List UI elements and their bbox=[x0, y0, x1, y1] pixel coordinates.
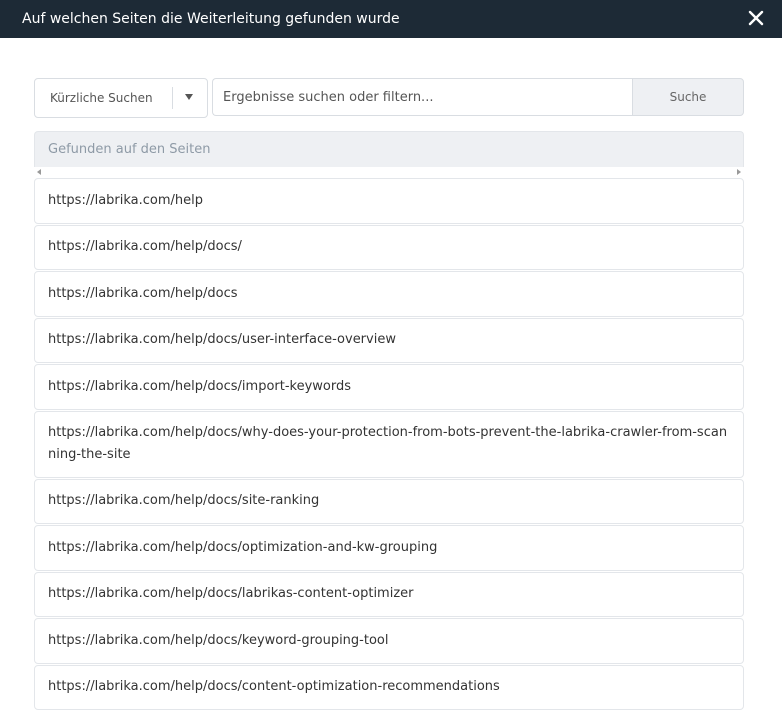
table-row: https://labrika.com/help/docs/user-inter… bbox=[34, 317, 744, 363]
table-header: Gefunden auf den Seiten bbox=[34, 131, 744, 167]
table-row: https://labrika.com/help/docs/optimizati… bbox=[34, 525, 744, 571]
page-link[interactable]: https://labrika.com/help/docs/why-does-y… bbox=[48, 422, 730, 466]
search-bar: Kürzliche Suchen Suche bbox=[34, 78, 744, 118]
table-row: https://labrika.com/help bbox=[34, 178, 744, 224]
table-row: https://labrika.com/help/docs bbox=[34, 271, 744, 317]
scroll-right-icon[interactable] bbox=[737, 169, 741, 175]
page-link[interactable]: https://labrika.com/help/docs/content-op… bbox=[48, 676, 500, 698]
page-link[interactable]: https://labrika.com/help/docs/optimizati… bbox=[48, 537, 437, 559]
page-link[interactable]: https://labrika.com/help/docs bbox=[48, 283, 238, 305]
modal-title: Auf welchen Seiten die Weiterleitung gef… bbox=[22, 11, 400, 27]
page-link[interactable]: https://labrika.com/help/docs/keyword-gr… bbox=[48, 630, 388, 652]
column-header-found-on-pages: Gefunden auf den Seiten bbox=[48, 142, 211, 157]
dropdown-divider bbox=[172, 87, 173, 109]
search-input[interactable] bbox=[212, 78, 632, 116]
recent-searches-dropdown[interactable]: Kürzliche Suchen bbox=[34, 78, 208, 118]
page-link[interactable]: https://labrika.com/help bbox=[48, 190, 203, 212]
table-row: https://labrika.com/help/docs/keyword-gr… bbox=[34, 618, 744, 664]
page-link[interactable]: https://labrika.com/help/docs/user-inter… bbox=[48, 329, 396, 351]
page-link[interactable]: https://labrika.com/help/docs/import-key… bbox=[48, 376, 351, 398]
search-button[interactable]: Suche bbox=[632, 78, 744, 116]
scroll-left-icon[interactable] bbox=[37, 169, 41, 175]
table-row: https://labrika.com/help/docs/ bbox=[34, 224, 744, 270]
chevron-down-icon[interactable] bbox=[185, 94, 193, 100]
results-table: Gefunden auf den Seiten https://labrika.… bbox=[34, 131, 744, 711]
horizontal-scrollbar[interactable] bbox=[34, 167, 744, 178]
table-row: https://labrika.com/help/docs/import-key… bbox=[34, 364, 744, 410]
close-icon bbox=[748, 10, 764, 26]
page-link[interactable]: https://labrika.com/help/docs/site-ranki… bbox=[48, 490, 319, 512]
table-row: https://labrika.com/help/docs/site-ranki… bbox=[34, 478, 744, 524]
table-row: https://labrika.com/help/docs/why-does-y… bbox=[34, 410, 744, 478]
modal-header: Auf welchen Seiten die Weiterleitung gef… bbox=[0, 0, 782, 38]
table-row: https://labrika.com/help/docs/labrikas-c… bbox=[34, 571, 744, 617]
table-row: https://labrika.com/help/docs/content-op… bbox=[34, 664, 744, 710]
close-button[interactable] bbox=[744, 6, 768, 30]
page-link[interactable]: https://labrika.com/help/docs/labrikas-c… bbox=[48, 583, 414, 605]
recent-searches-label: Kürzliche Suchen bbox=[50, 91, 153, 105]
page-link[interactable]: https://labrika.com/help/docs/ bbox=[48, 236, 242, 258]
